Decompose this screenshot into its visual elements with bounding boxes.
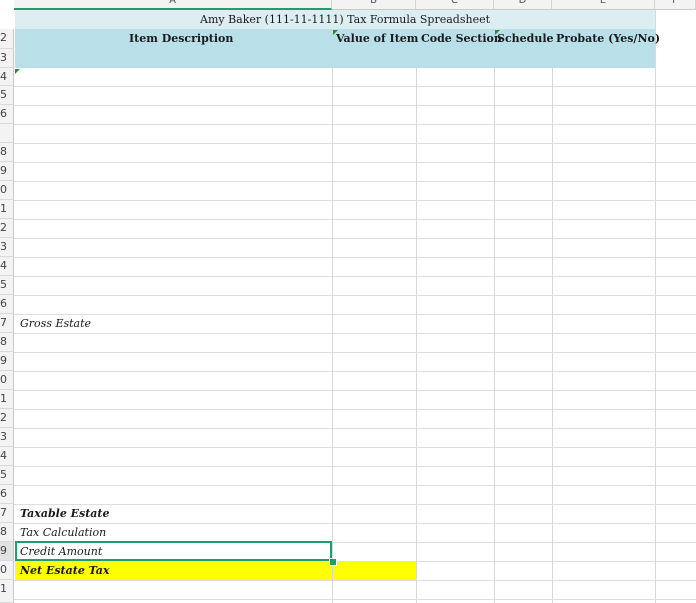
column-header-e[interactable]: E	[552, 0, 655, 10]
row-header[interactable]: 0	[0, 181, 14, 200]
fill-handle[interactable]	[329, 558, 337, 566]
row-header[interactable]: 6	[0, 485, 14, 504]
row-header[interactable]: 8	[0, 523, 14, 542]
row-header[interactable]: 5	[0, 86, 14, 105]
row-header[interactable]: 0	[0, 561, 14, 580]
header-probate[interactable]: Probate (Yes/No)	[556, 32, 660, 45]
column-header-b[interactable]: B	[332, 0, 416, 10]
header-value-of-item[interactable]: Value of Item	[336, 32, 418, 45]
column-header-d[interactable]: D	[494, 0, 552, 10]
row-header[interactable]: 6	[0, 295, 14, 314]
row-header[interactable]: 5	[0, 276, 14, 295]
net-estate-tax-cell[interactable]: Net Estate Tax	[20, 564, 109, 577]
row-header[interactable]: 3	[0, 49, 14, 68]
header-item-description[interactable]: Item Description	[129, 32, 233, 45]
header-code-section[interactable]: Code Section	[421, 32, 502, 45]
row-header[interactable]: 9	[0, 352, 14, 371]
sheet-title-cell[interactable]: Amy Baker (111-11-1111) Tax Formula Spre…	[200, 13, 490, 26]
row-header[interactable]: 2	[0, 29, 14, 49]
row-header-selected[interactable]: 9	[0, 542, 14, 561]
column-header-f[interactable]: F	[655, 0, 696, 10]
row-header[interactable]: 2	[0, 409, 14, 428]
row-header[interactable]	[0, 124, 14, 143]
taxable-estate-cell[interactable]: Taxable Estate	[20, 507, 110, 520]
row-header[interactable]: 5	[0, 466, 14, 485]
row-header[interactable]: 4	[0, 68, 14, 86]
comment-indicator-icon	[495, 30, 500, 35]
header-schedule[interactable]: Schedule	[497, 32, 554, 45]
comment-indicator-icon	[15, 69, 20, 74]
row-header[interactable]: 2	[0, 219, 14, 238]
row-header[interactable]: 9	[0, 162, 14, 181]
active-cell-selection[interactable]	[15, 541, 332, 561]
row-header[interactable]: 6	[0, 105, 14, 124]
row-header[interactable]: 8	[0, 143, 14, 162]
column-header-a[interactable]: A	[14, 0, 332, 10]
row-header[interactable]: 3	[0, 428, 14, 447]
row-header[interactable]: 1	[0, 390, 14, 409]
gross-estate-cell[interactable]: Gross Estate	[20, 317, 91, 330]
spreadsheet-grid[interactable]: A B C D E F 2 3 4 5 6 8 9 0 1 2 3 4 5 6 …	[0, 0, 696, 603]
row-header[interactable]: 7	[0, 504, 14, 523]
comment-indicator-icon	[333, 30, 338, 35]
row-header[interactable]: 4	[0, 447, 14, 466]
row-header[interactable]: 7	[0, 314, 14, 333]
row-header[interactable]: 8	[0, 333, 14, 352]
row-header[interactable]: 1	[0, 200, 14, 219]
column-header-c[interactable]: C	[416, 0, 494, 10]
row-header[interactable]: 4	[0, 257, 14, 276]
row-header[interactable]: 3	[0, 238, 14, 257]
row-header[interactable]: 0	[0, 371, 14, 390]
row-header[interactable]: 1	[0, 580, 14, 603]
tax-calculation-cell[interactable]: Tax Calculation	[20, 526, 106, 539]
